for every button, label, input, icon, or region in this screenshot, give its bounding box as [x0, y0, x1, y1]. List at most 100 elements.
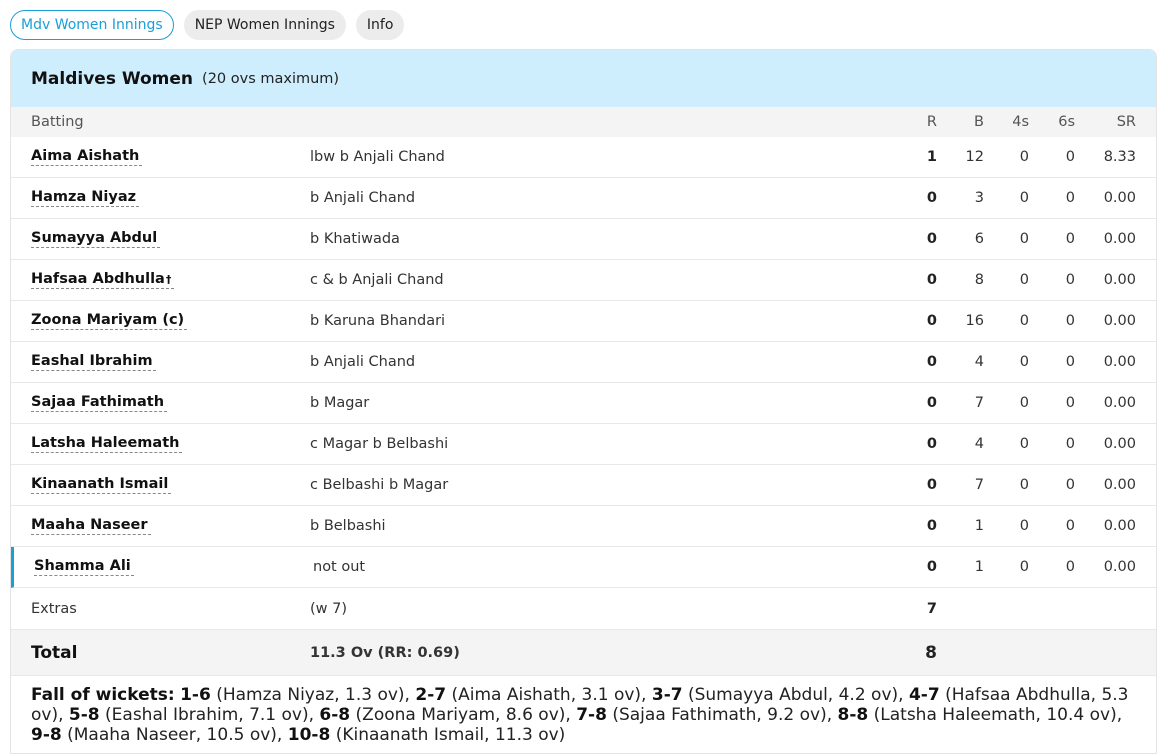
- batter-name: Aima Aishath: [31, 148, 140, 164]
- fow-score: 4-7: [908, 685, 940, 705]
- fours: 0: [1019, 395, 1029, 411]
- strike-rate: 0.00: [1103, 272, 1136, 288]
- balls: 7: [974, 395, 984, 411]
- dismissal: c & b Anjali Chand: [310, 272, 444, 288]
- strike-rate: 0.00: [1103, 395, 1136, 411]
- runs: 0: [926, 559, 937, 575]
- scorecard: Maldives Women (20 ovs maximum) Batting …: [10, 49, 1157, 754]
- wicketkeeper-mark: †: [165, 273, 172, 286]
- runs: 0: [926, 477, 937, 493]
- col-fours: 4s: [1012, 114, 1029, 130]
- batter-row: Shamma Ali not out 0 1 0 0 0.00: [11, 547, 1156, 588]
- sixes: 0: [1065, 272, 1075, 288]
- batter-name-link[interactable]: Kinaanath Ismail: [31, 476, 172, 494]
- extras-value: 7: [926, 601, 937, 617]
- batter-name-link[interactable]: Aima Aishath: [31, 148, 143, 166]
- dismissal: b Magar: [310, 395, 370, 411]
- runs: 0: [926, 518, 937, 534]
- batter-name-cell: Maaha Naseer: [31, 506, 151, 546]
- batter-name-link[interactable]: Shamma Ali: [34, 558, 134, 576]
- balls: 1: [974, 518, 984, 534]
- batter-name-cell: Latsha Haleemath: [31, 424, 183, 464]
- strike-rate: 0.00: [1103, 559, 1136, 575]
- batter-row: Maaha Naseer b Belbashi 0 1 0 0 0.00: [11, 506, 1156, 547]
- balls: 8: [974, 272, 984, 288]
- batter-name-link[interactable]: Latsha Haleemath: [31, 435, 183, 453]
- batter-name-link[interactable]: Zoona Mariyam (c): [31, 312, 188, 330]
- runs: 0: [926, 354, 937, 370]
- extras-label: Extras: [31, 601, 77, 617]
- fow-item: 1-6 (Hamza Niyaz, 1.3 ov),: [180, 685, 410, 705]
- batter-name-cell: Kinaanath Ismail: [31, 465, 172, 505]
- sixes: 0: [1065, 436, 1075, 452]
- fours: 0: [1019, 313, 1029, 329]
- batter-name-cell: Shamma Ali: [34, 547, 134, 587]
- batter-name-cell: Sajaa Fathimath: [31, 383, 168, 423]
- fow-item: 8-8 (Latsha Haleemath, 10.4 ov),: [837, 705, 1123, 725]
- batter-name-link[interactable]: Hafsaa Abdhulla†: [31, 271, 175, 289]
- fours: 0: [1019, 272, 1029, 288]
- batter-name-link[interactable]: Sajaa Fathimath: [31, 394, 168, 412]
- batter-name: Kinaanath Ismail: [31, 476, 169, 492]
- batter-name: Sajaa Fathimath: [31, 394, 165, 410]
- batter-name-link[interactable]: Sumayya Abdul: [31, 230, 161, 248]
- fow-detail: (Sumayya Abdul, 4.2 ov): [687, 685, 899, 705]
- dismissal: b Anjali Chand: [310, 354, 416, 370]
- batter-row: Aima Aishath lbw b Anjali Chand 1 12 0 0 8.33: [11, 137, 1156, 178]
- tab-nep-women-innings[interactable]: NEP Women Innings: [183, 10, 346, 40]
- strike-rate: 0.00: [1103, 518, 1136, 534]
- batter-name-link[interactable]: Eashal Ibrahim: [31, 353, 156, 371]
- batter-row: Sajaa Fathimath b Magar 0 7 0 0 0.00: [11, 383, 1156, 424]
- fours: 0: [1019, 477, 1029, 493]
- batter-name-cell: Sumayya Abdul: [31, 219, 161, 259]
- fours: 0: [1019, 354, 1029, 370]
- strike-rate: 0.00: [1103, 231, 1136, 247]
- fow-score: 5-8: [68, 705, 100, 725]
- total-label: Total: [31, 642, 78, 663]
- balls: 1: [974, 559, 984, 575]
- batter-name: Maaha Naseer: [31, 517, 148, 533]
- sixes: 0: [1065, 190, 1075, 206]
- fow-detail: (Kinaanath Ismail, 11.3 ov): [335, 725, 566, 745]
- fow-detail: (Sajaa Fathimath, 9.2 ov): [612, 705, 827, 725]
- tab-mdv-women-innings[interactable]: Mdv Women Innings: [10, 10, 174, 40]
- col-sixes: 6s: [1058, 114, 1075, 130]
- fow-detail: (Hamza Niyaz, 1.3 ov): [216, 685, 405, 705]
- col-balls: B: [974, 114, 984, 130]
- strike-rate: 0.00: [1103, 190, 1136, 206]
- innings-tabs: Mdv Women Innings NEP Women Innings Info: [10, 10, 405, 40]
- batter-name: Latsha Haleemath: [31, 435, 180, 451]
- fow-score: 9-8: [31, 725, 62, 745]
- fow-score: 1-6: [180, 685, 211, 705]
- fow-item: 6-8 (Zoona Mariyam, 8.6 ov),: [319, 705, 571, 725]
- fow-score: 2-7: [415, 685, 447, 705]
- runs: 0: [926, 313, 937, 329]
- batter-name-cell: Hafsaa Abdhulla†: [31, 260, 175, 300]
- fow-item: 10-8 (Kinaanath Ismail, 11.3 ov): [282, 725, 566, 745]
- sixes: 0: [1065, 395, 1075, 411]
- batting-column-header: Batting R B 4s 6s SR: [11, 107, 1156, 137]
- batter-name-link[interactable]: Hamza Niyaz: [31, 189, 140, 207]
- balls: 12: [965, 149, 984, 165]
- dismissal: b Belbashi: [310, 518, 386, 534]
- sixes: 0: [1065, 518, 1075, 534]
- balls: 6: [974, 231, 984, 247]
- dismissal: c Belbashi b Magar: [310, 477, 449, 493]
- total-detail: 11.3 Ov (RR: 0.69): [310, 644, 460, 661]
- total-value: 8: [925, 642, 937, 663]
- dismissal: b Anjali Chand: [310, 190, 416, 206]
- fours: 0: [1019, 559, 1029, 575]
- dismissal: lbw b Anjali Chand: [310, 149, 445, 165]
- strike-rate: 8.33: [1103, 149, 1136, 165]
- fours: 0: [1019, 518, 1029, 534]
- fow-score: 3-7: [651, 685, 683, 705]
- fow-item: 5-8 (Eashal Ibrahim, 7.1 ov),: [68, 705, 315, 725]
- batter-name-link[interactable]: Maaha Naseer: [31, 517, 151, 535]
- tab-info[interactable]: Info: [355, 10, 405, 40]
- runs: 0: [926, 231, 937, 247]
- fow-score: 7-8: [576, 705, 607, 725]
- dismissal: c Magar b Belbashi: [310, 436, 449, 452]
- batter-name: Hamza Niyaz: [31, 189, 137, 205]
- fow-detail: (Eashal Ibrahim, 7.1 ov): [105, 705, 309, 725]
- strike-rate: 0.00: [1103, 354, 1136, 370]
